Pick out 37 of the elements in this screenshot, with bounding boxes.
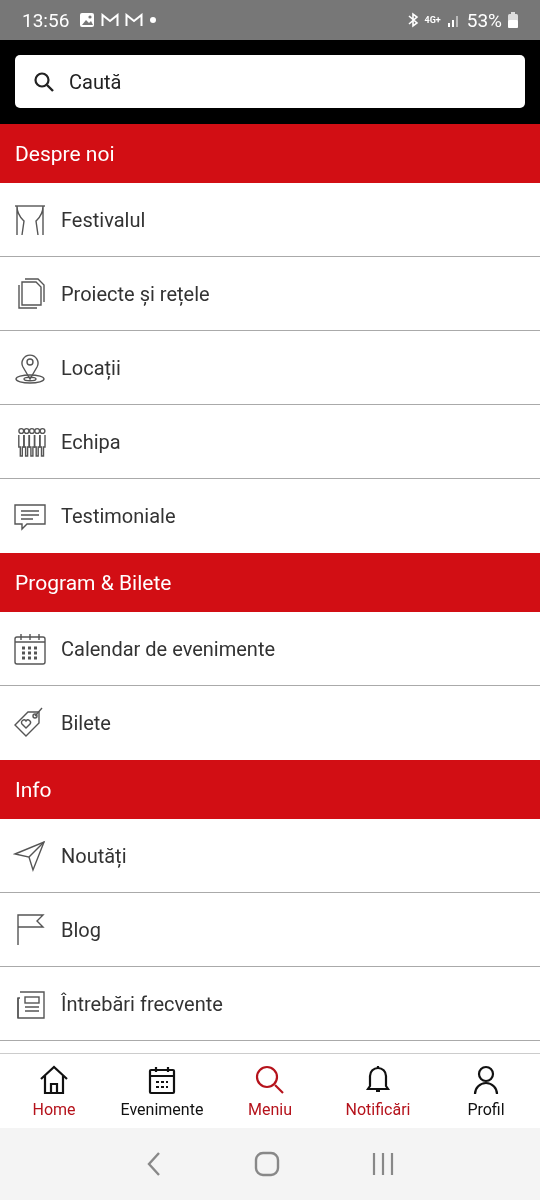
clock: 13:56 [22,8,70,32]
menu-item[interactable]: Noutăți [0,819,540,893]
menu-item[interactable]: Calendar de evenimente [0,612,540,686]
network-indicator: 4G+ [424,15,441,25]
menu-item[interactable]: Blog [0,893,540,967]
menu-item[interactable]: Întrebări frecvente [0,967,540,1041]
bluetooth-icon [406,12,419,28]
search-icon [33,71,55,93]
nav-tab[interactable]: Meniu [216,1054,324,1128]
battery-level: 53% [466,8,502,32]
menu-item[interactable]: Testimoniale [0,479,540,553]
menu-item[interactable]: Festivalul [0,183,540,257]
recents-button[interactable] [370,1152,395,1176]
calendar-icon [13,631,47,666]
curtain-icon [13,202,47,237]
section-header: Program & Bilete [0,553,540,612]
battery-icon [508,12,518,28]
mail-icon [125,13,144,27]
home-icon [38,1063,70,1096]
nav-tab[interactable]: Home [0,1054,108,1128]
menu-item[interactable]: Locații [0,331,540,405]
nav-tab[interactable]: Profil [432,1054,540,1128]
nav-tab[interactable]: Notificări [324,1054,432,1128]
mail-icon [101,13,120,27]
signal-icon [446,13,461,27]
section-header: Despre noi [0,124,540,183]
search-icon [254,1063,286,1096]
menu-item[interactable]: Bilete [0,686,540,760]
gallery-icon [79,12,96,28]
send-icon [13,838,47,873]
nav-tab[interactable]: Evenimente [108,1054,216,1128]
menu-item[interactable]: Echipa [0,405,540,479]
home-button[interactable] [254,1151,280,1177]
section-header: Info [0,760,540,819]
search-field[interactable]: Caută [15,55,525,108]
dot-icon [149,16,158,24]
menu-item[interactable]: Proiecte și rețele [0,257,540,331]
